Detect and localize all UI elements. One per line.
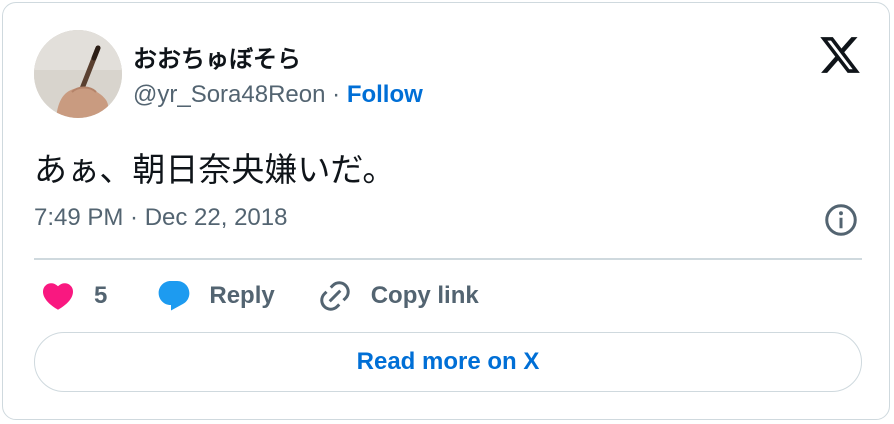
display-name[interactable]: おおちゅぼそら <box>133 39 301 74</box>
tweet-actions: 5 Reply Copy link <box>34 273 479 319</box>
user-handle[interactable]: @yr_Sora48Reon <box>133 81 325 108</box>
like-count: 5 <box>94 282 108 309</box>
tweet-timestamp[interactable]: 7:49 PM · Dec 22, 2018 <box>34 204 287 232</box>
x-logo-icon[interactable] <box>818 33 862 77</box>
copy-link-button[interactable]: Copy link <box>317 278 479 314</box>
embedded-tweet-card: おおちゅぼそら @yr_Sora48Reon · Follow あぁ、朝日奈央嫌… <box>2 2 890 420</box>
follow-button[interactable]: Follow <box>347 81 423 108</box>
like-button[interactable]: 5 <box>34 278 107 314</box>
link-icon <box>319 281 350 311</box>
handle-separator: · <box>332 81 341 108</box>
reply-label: Reply <box>209 282 275 309</box>
hand-holding-pen-avatar-icon <box>34 30 122 118</box>
divider <box>34 258 862 260</box>
avatar[interactable] <box>34 30 122 118</box>
tweet-text: あぁ、朝日奈央嫌いだ。 <box>34 150 396 189</box>
reply-button[interactable]: Reply <box>155 278 275 314</box>
copy-link-label: Copy link <box>370 282 479 309</box>
info-icon[interactable] <box>823 202 859 238</box>
read-more-button[interactable]: Read more on X <box>34 332 862 392</box>
speech-bubble-icon <box>158 281 190 311</box>
heart-icon <box>42 283 74 310</box>
handle-row: @yr_Sora48Reon · Follow <box>133 81 423 109</box>
